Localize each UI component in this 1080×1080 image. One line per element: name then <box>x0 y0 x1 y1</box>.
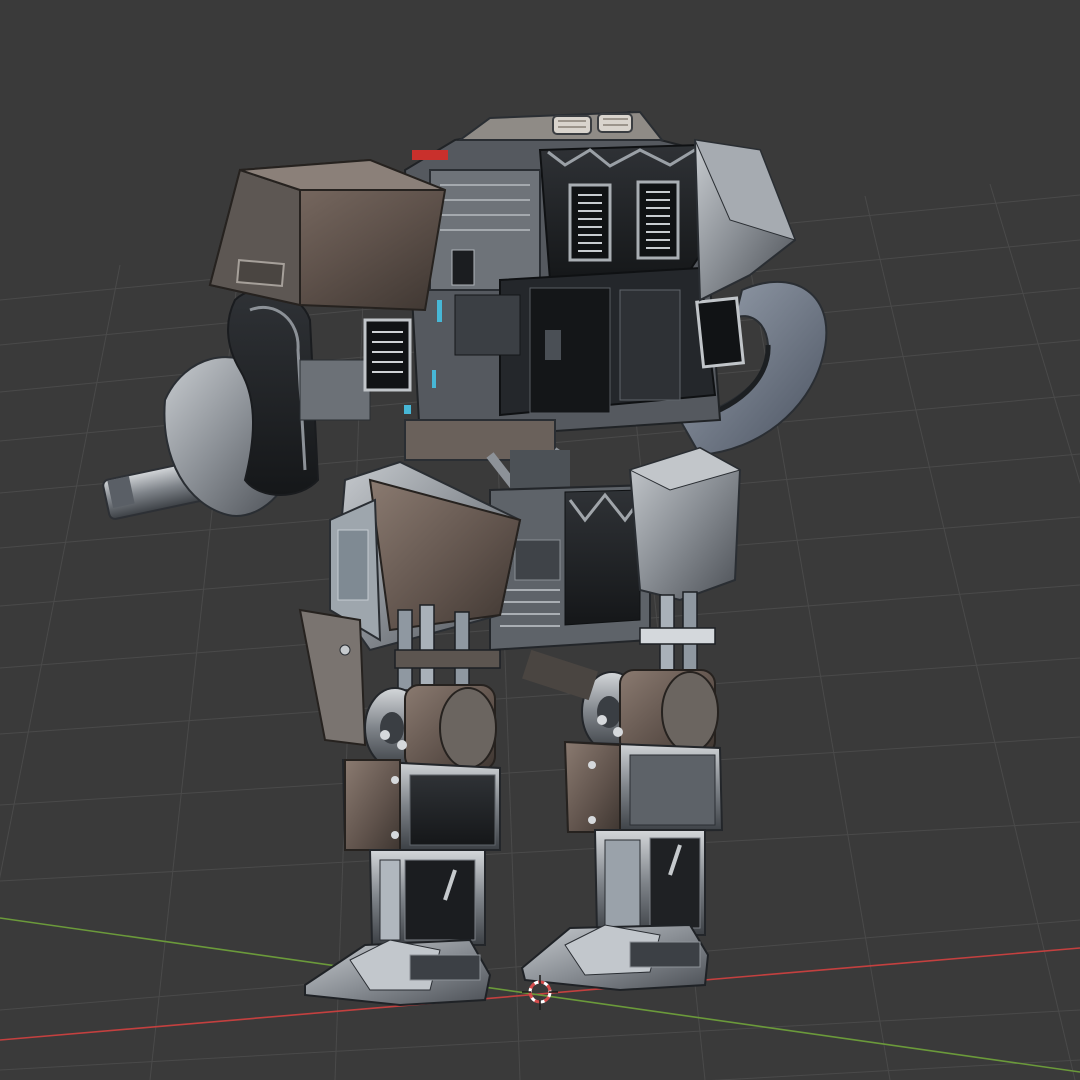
right-lower-leg <box>563 740 724 936</box>
y-axis-line <box>0 917 1080 1073</box>
right-foot <box>520 923 710 992</box>
left-knee-joint <box>364 684 497 771</box>
accent-cyan-light <box>437 300 442 322</box>
right-shoulder-armor <box>693 138 797 302</box>
left-shoulder-armor <box>208 158 447 312</box>
robot-mech-model[interactable] <box>102 110 828 1007</box>
left-lower-leg <box>341 758 501 946</box>
left-arm-gun <box>102 288 371 520</box>
right-hip-armor <box>628 446 742 602</box>
head-lamp-left <box>552 115 592 135</box>
3d-viewport[interactable] <box>0 0 1080 1080</box>
accent-red-light <box>412 150 448 160</box>
head-lamp-right <box>597 113 633 133</box>
chest-vent-right <box>636 180 680 260</box>
left-foot <box>304 938 492 1007</box>
chest-vent-left <box>568 183 612 262</box>
